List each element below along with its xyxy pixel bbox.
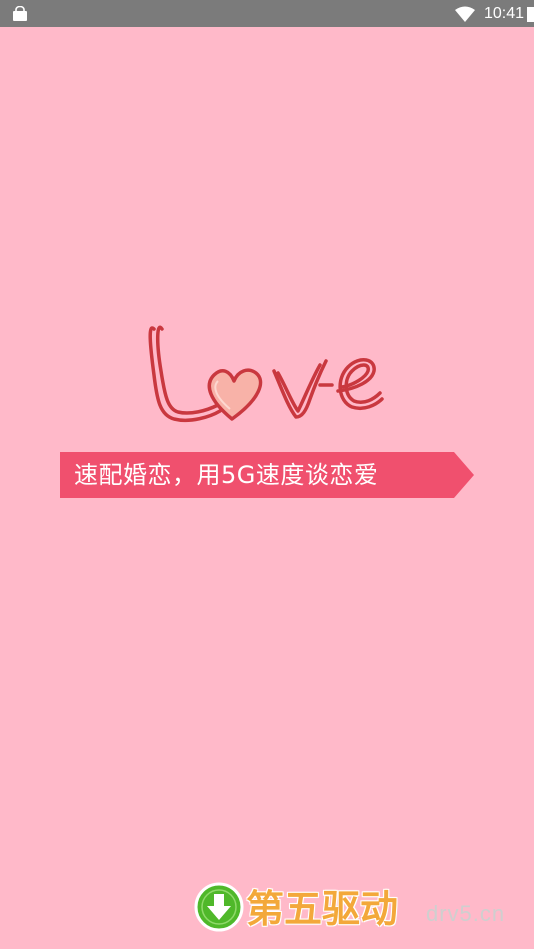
- status-bar: 10:41: [0, 0, 534, 27]
- tagline-banner: 速配婚恋，用5G速度谈恋爱: [60, 452, 474, 498]
- shopping-bag-icon: [13, 6, 27, 21]
- love-logo-image: [148, 325, 384, 423]
- battery-icon: [527, 7, 534, 22]
- tagline-text: 速配婚恋，用5G速度谈恋爱: [74, 461, 379, 489]
- status-time: 10:41: [484, 5, 525, 22]
- love-logo: [140, 315, 390, 435]
- wifi-icon: [455, 6, 475, 22]
- watermark-domain: drv5.cn: [426, 901, 506, 926]
- download-arrow-icon: [194, 882, 244, 932]
- watermark-title: 第五驱动: [246, 887, 399, 931]
